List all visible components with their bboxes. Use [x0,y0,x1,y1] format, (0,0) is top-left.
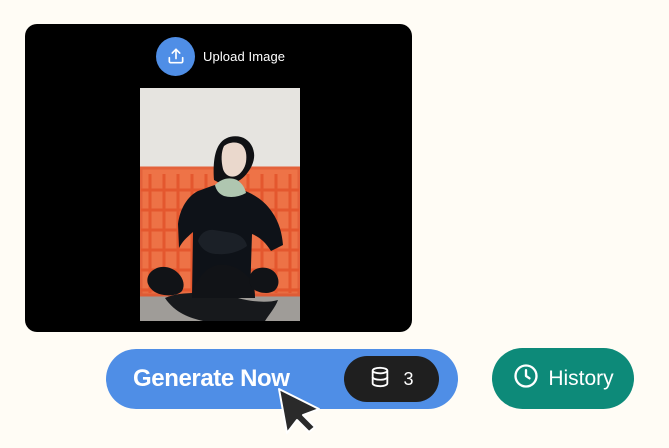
upload-image-button[interactable]: Upload Image [156,36,286,76]
upload-image-label: Upload Image [203,48,286,64]
upload-icon[interactable] [156,36,195,76]
upload-panel[interactable]: Upload Image [25,24,412,332]
clock-icon [512,362,540,395]
generate-now-label: Generate Now [133,365,290,392]
uploaded-photo [140,88,300,321]
history-button[interactable]: History [492,348,634,409]
database-icon [369,365,391,394]
credits-count: 3 [403,368,414,389]
mouse-cursor-icon [275,385,327,437]
page: Upload Image Generate Now 3 History [0,0,669,448]
credits-badge: 3 [344,356,439,402]
history-label: History [548,366,614,390]
